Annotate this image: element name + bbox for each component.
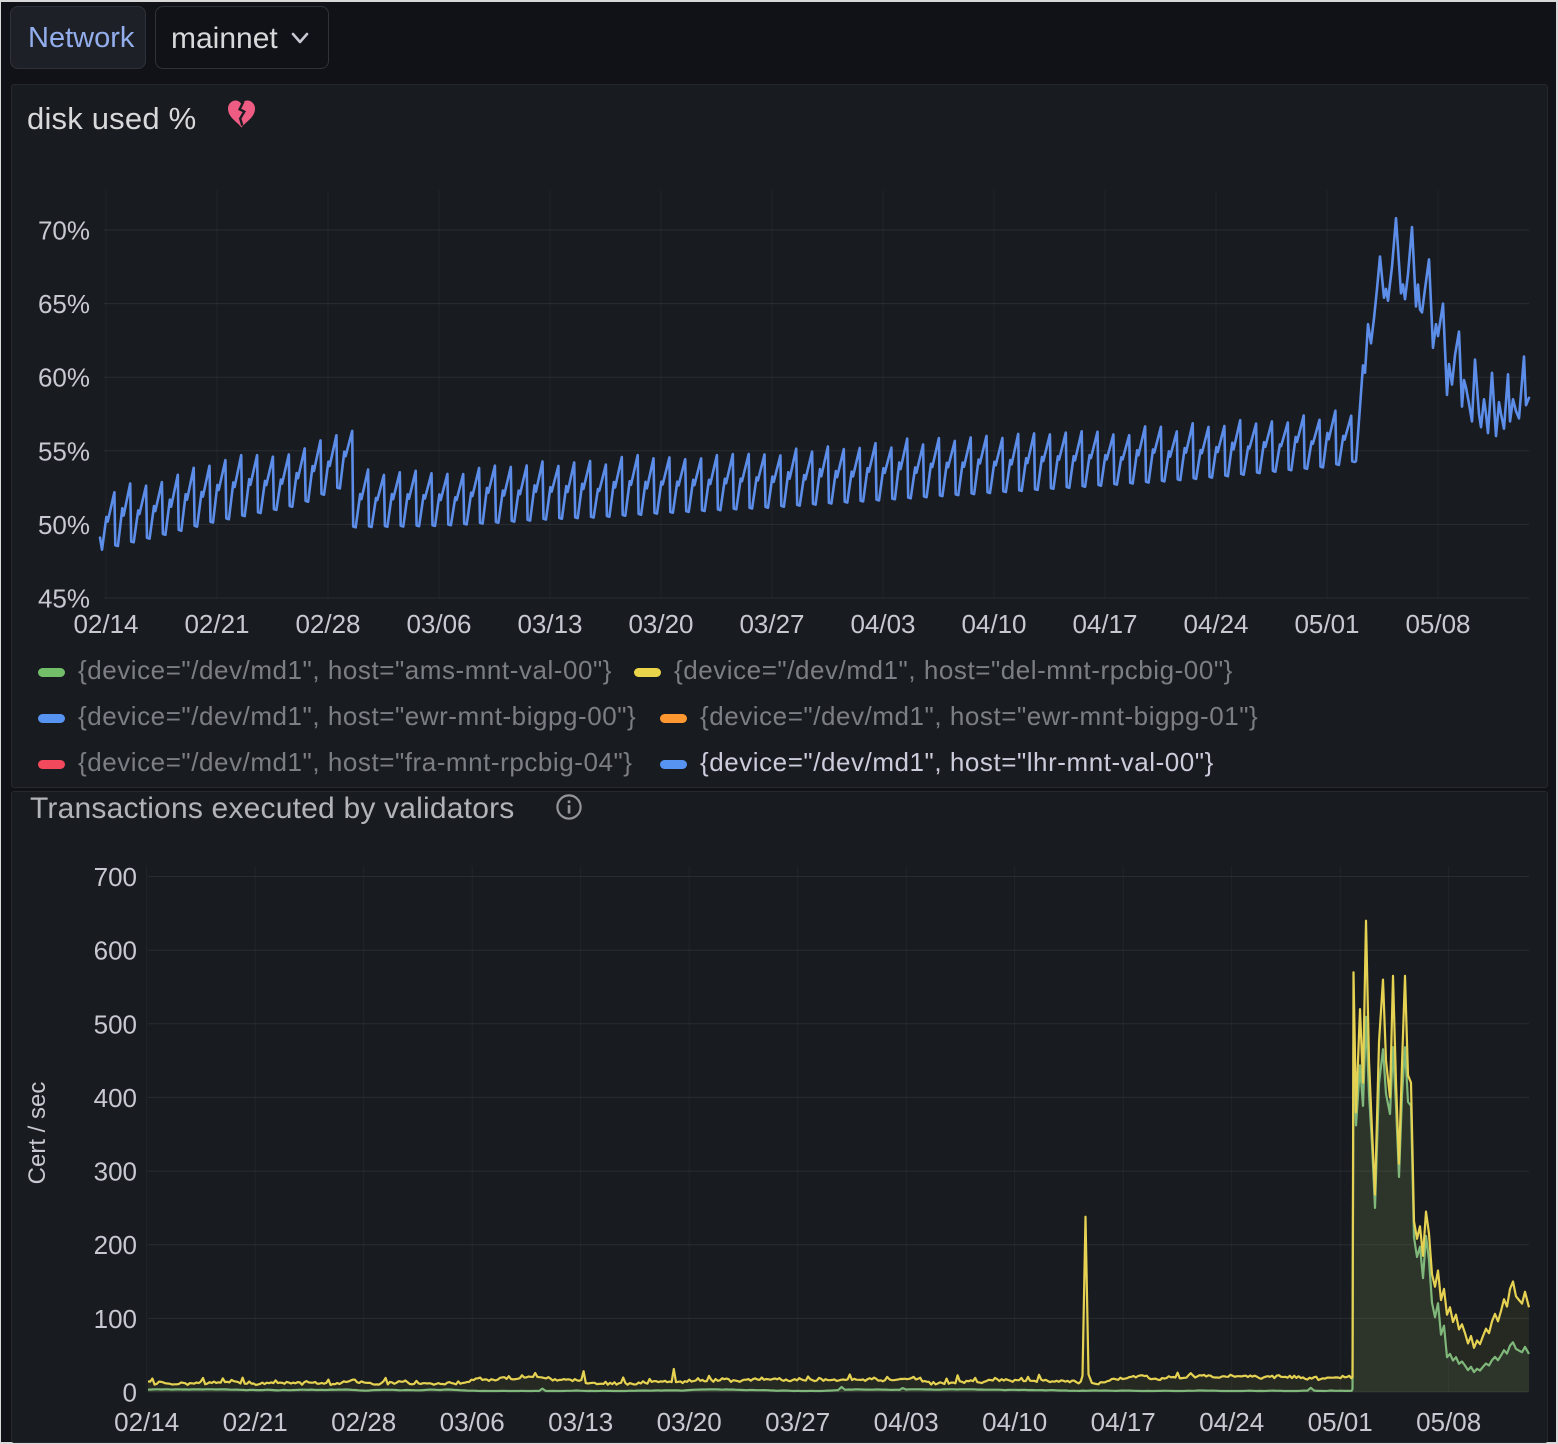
svg-text:400: 400 (94, 1083, 137, 1113)
svg-text:60%: 60% (38, 363, 90, 393)
svg-text:03/27: 03/27 (739, 609, 804, 639)
svg-text:03/27: 03/27 (765, 1407, 830, 1437)
svg-text:300: 300 (94, 1157, 137, 1187)
svg-text:04/24: 04/24 (1199, 1407, 1264, 1437)
svg-text:04/03: 04/03 (874, 1407, 939, 1437)
svg-text:50%: 50% (38, 510, 90, 540)
svg-text:04/17: 04/17 (1091, 1407, 1156, 1437)
svg-text:100: 100 (94, 1304, 137, 1334)
svg-text:04/17: 04/17 (1072, 609, 1137, 639)
svg-text:04/10: 04/10 (982, 1407, 1047, 1437)
svg-text:02/14: 02/14 (114, 1407, 179, 1437)
svg-text:05/08: 05/08 (1416, 1407, 1481, 1437)
svg-text:700: 700 (94, 862, 137, 892)
svg-text:04/24: 04/24 (1183, 609, 1248, 639)
svg-text:55%: 55% (38, 436, 90, 466)
svg-text:05/01: 05/01 (1294, 609, 1359, 639)
svg-text:03/20: 03/20 (628, 609, 693, 639)
svg-text:03/13: 03/13 (517, 609, 582, 639)
svg-text:02/21: 02/21 (184, 609, 249, 639)
svg-text:03/06: 03/06 (406, 609, 471, 639)
svg-text:05/01: 05/01 (1308, 1407, 1373, 1437)
svg-text:02/28: 02/28 (295, 609, 360, 639)
svg-text:500: 500 (94, 1009, 137, 1039)
svg-text:04/10: 04/10 (961, 609, 1026, 639)
svg-text:02/14: 02/14 (73, 609, 138, 639)
svg-text:03/06: 03/06 (440, 1407, 505, 1437)
svg-text:0: 0 (123, 1378, 137, 1408)
svg-text:05/08: 05/08 (1405, 609, 1470, 639)
svg-text:600: 600 (94, 936, 137, 966)
svg-text:70%: 70% (38, 216, 90, 246)
svg-text:02/21: 02/21 (223, 1407, 288, 1437)
svg-text:03/13: 03/13 (548, 1407, 613, 1437)
svg-text:200: 200 (94, 1230, 137, 1260)
svg-text:04/03: 04/03 (850, 609, 915, 639)
svg-text:03/20: 03/20 (657, 1407, 722, 1437)
svg-text:02/28: 02/28 (331, 1407, 396, 1437)
svg-text:65%: 65% (38, 289, 90, 319)
